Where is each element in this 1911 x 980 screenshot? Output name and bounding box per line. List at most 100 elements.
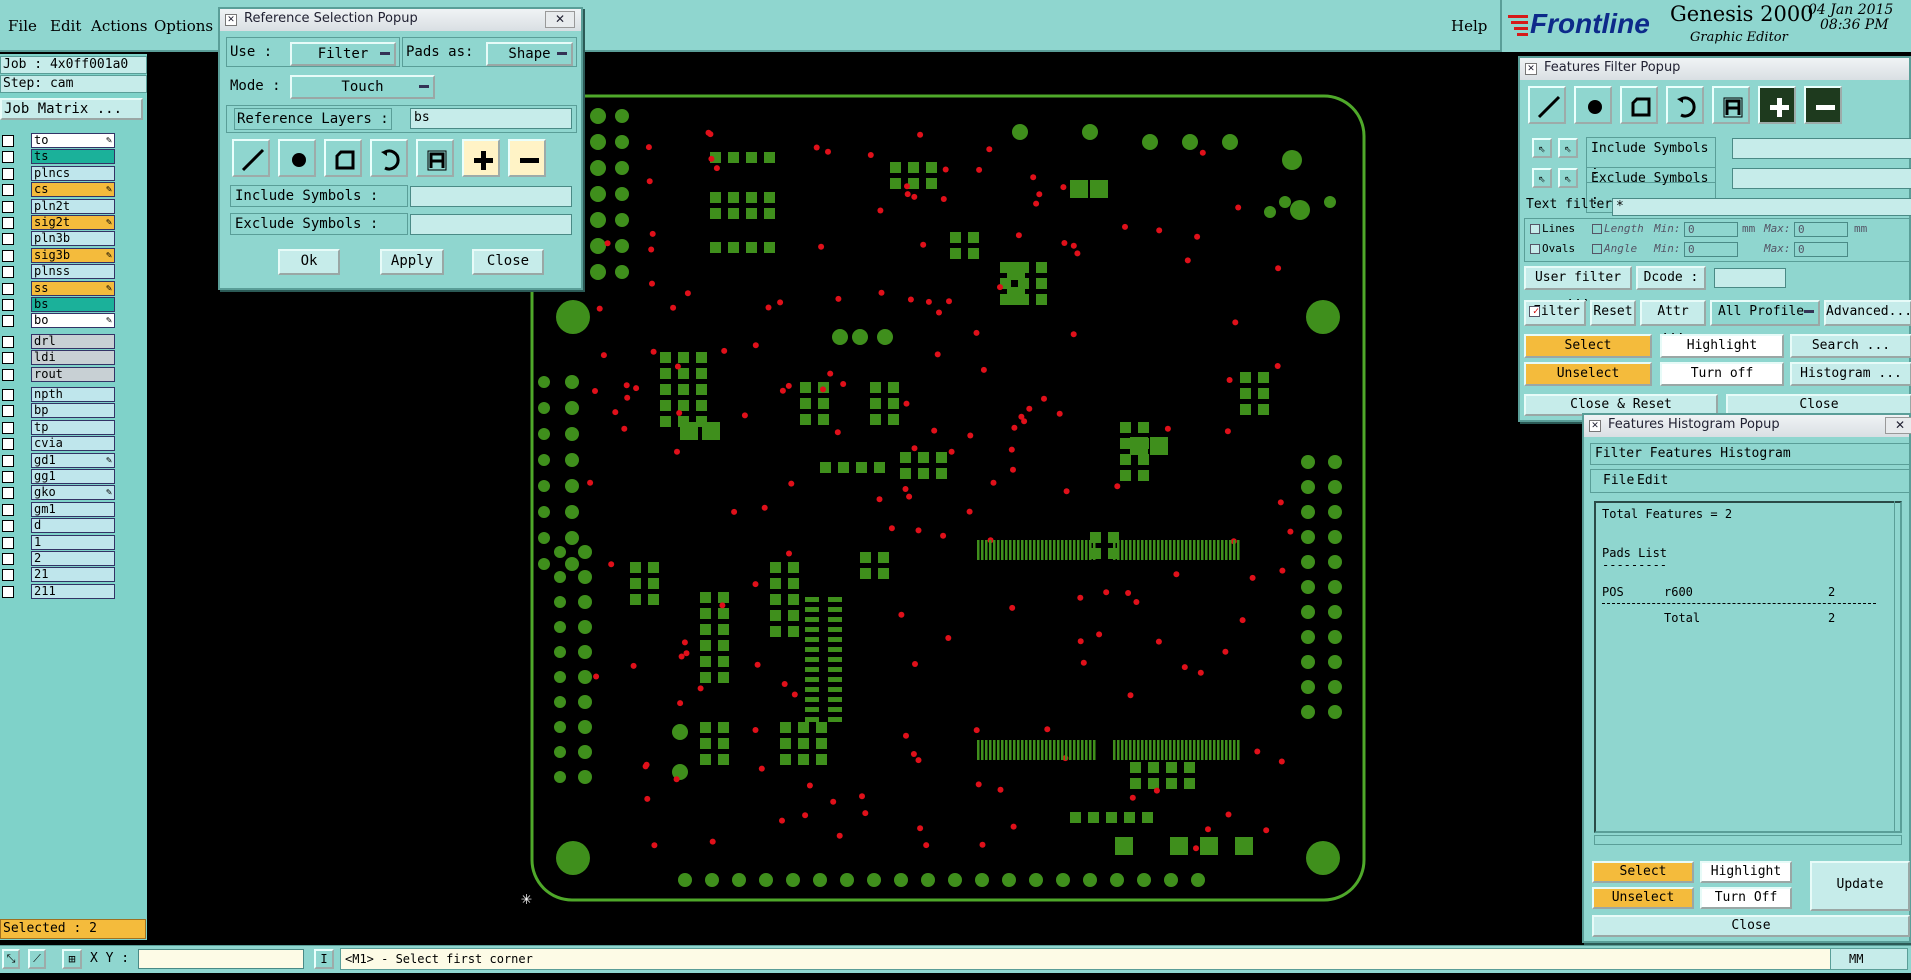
layer-checkbox[interactable] xyxy=(2,520,14,533)
layer-checkbox[interactable] xyxy=(2,217,14,229)
select-button[interactable]: Select xyxy=(1592,861,1694,883)
apply-button[interactable]: Apply xyxy=(380,249,444,275)
layer-row[interactable]: ts xyxy=(0,149,118,165)
layer-checkbox[interactable] xyxy=(2,266,14,279)
advanced-button[interactable]: Advanced... xyxy=(1824,300,1911,326)
layer-name[interactable]: plnss xyxy=(31,264,115,280)
layer-name[interactable]: gko ✎ xyxy=(31,485,115,501)
include-symbols-input[interactable] xyxy=(1732,138,1911,159)
length-max-input[interactable]: 0 xyxy=(1794,222,1848,237)
layer-row[interactable]: bs xyxy=(0,297,118,312)
layer-checkbox[interactable] xyxy=(2,553,14,565)
layer-name[interactable]: pln2t xyxy=(31,198,115,214)
layer-name[interactable]: bo ✎ xyxy=(31,313,115,329)
layer-row[interactable]: gd1 ✎ xyxy=(0,452,118,468)
angle-max-input[interactable]: 0 xyxy=(1794,242,1848,257)
layer-row[interactable]: sig3b ✎ xyxy=(0,247,118,263)
layer-name[interactable]: to ✎ xyxy=(31,133,115,148)
menu-edit[interactable]: Edit xyxy=(1637,473,1668,488)
job-matrix-button[interactable]: Job Matrix ... xyxy=(0,98,143,120)
layer-checkbox[interactable] xyxy=(2,421,14,434)
dcode-input[interactable] xyxy=(1714,268,1786,288)
turn-off-button[interactable]: Turn Off xyxy=(1700,887,1792,909)
layer-row[interactable]: bo ✎ xyxy=(0,313,118,329)
layer-name[interactable]: plncs xyxy=(31,165,115,181)
arrow-icon[interactable]: ⇖ xyxy=(1532,168,1552,188)
include-symbols-input[interactable] xyxy=(410,186,572,207)
ovals-checkbox[interactable] xyxy=(1530,244,1540,254)
user-filter-button[interactable]: User filter ... xyxy=(1524,266,1632,305)
layer-row[interactable]: sig2t ✎ xyxy=(0,215,118,230)
cursor-icon[interactable]: I xyxy=(314,949,334,969)
layer-checkbox[interactable] xyxy=(2,135,14,147)
grid-icon[interactable]: ⊞ xyxy=(62,949,82,969)
negative-icon[interactable] xyxy=(508,139,546,177)
layer-name[interactable]: ss ✎ xyxy=(31,280,115,296)
layer-checkbox[interactable] xyxy=(2,487,14,500)
layer-checkbox[interactable] xyxy=(2,184,14,197)
layer-name[interactable]: gg1 xyxy=(31,469,115,484)
layer-name[interactable]: 1 xyxy=(31,534,115,550)
layer-checkbox[interactable] xyxy=(2,471,14,483)
layer-name[interactable]: npth xyxy=(31,387,115,402)
layer-row[interactable]: 211 xyxy=(0,583,118,599)
layer-name[interactable]: 211 xyxy=(31,583,115,599)
close-icon[interactable]: ✕ xyxy=(1885,417,1911,434)
layer-checkbox[interactable] xyxy=(2,151,14,164)
menu-edit[interactable]: Edit xyxy=(50,17,81,35)
layer-name[interactable]: 2 xyxy=(31,551,115,566)
layer-name[interactable]: pln3b xyxy=(31,231,115,247)
layer-checkbox[interactable] xyxy=(2,315,14,328)
turn-off-button[interactable]: Turn off xyxy=(1660,362,1784,386)
layer-checkbox[interactable] xyxy=(2,352,14,365)
layer-row[interactable]: pln2t xyxy=(0,198,118,214)
layer-checkbox[interactable] xyxy=(2,167,14,180)
layer-name[interactable]: sig2t ✎ xyxy=(31,215,115,230)
pad-icon[interactable] xyxy=(1574,86,1612,124)
layer-name[interactable]: ts xyxy=(31,149,115,165)
layer-checkbox[interactable] xyxy=(2,569,14,582)
layer-row[interactable]: drl xyxy=(0,333,118,349)
layer-row[interactable]: gko ✎ xyxy=(0,485,118,501)
menu-options[interactable]: Options xyxy=(154,17,213,35)
layer-checkbox[interactable] xyxy=(2,233,14,246)
text-filter-input[interactable]: * xyxy=(1612,198,1911,216)
angle-min-input[interactable]: 0 xyxy=(1684,242,1738,257)
layer-name[interactable]: sig3b ✎ xyxy=(31,247,115,263)
layer-row[interactable]: ss ✎ xyxy=(0,280,118,296)
length-checkbox[interactable] xyxy=(1592,224,1602,234)
layer-name[interactable]: 21 xyxy=(31,567,115,583)
arrow-icon[interactable]: ⇖ xyxy=(1532,138,1552,158)
select-button[interactable]: Select xyxy=(1524,334,1652,358)
close-button[interactable]: Close xyxy=(472,249,544,275)
highlight-button[interactable]: Highlight xyxy=(1700,861,1792,883)
exclude-symbols-input[interactable] xyxy=(410,214,572,235)
layer-checkbox[interactable] xyxy=(2,536,14,549)
pcb-canvas[interactable] xyxy=(530,92,1370,902)
layer-row[interactable]: d xyxy=(0,518,118,534)
horizontal-scrollbar[interactable] xyxy=(1594,835,1902,845)
layer-name[interactable]: tp xyxy=(31,419,115,435)
pads-dropdown[interactable]: Shape xyxy=(486,42,573,66)
layer-name[interactable]: ldi xyxy=(31,350,115,366)
zoom-icon[interactable]: ⤡ xyxy=(2,949,20,969)
close-icon[interactable]: ✕ xyxy=(545,11,575,28)
layer-checkbox[interactable] xyxy=(2,405,14,418)
positive-icon[interactable] xyxy=(1758,86,1796,124)
pad-icon[interactable] xyxy=(278,139,316,177)
use-dropdown[interactable]: Filter xyxy=(290,42,396,66)
close-button[interactable]: Close xyxy=(1592,915,1910,937)
menu-file[interactable]: File xyxy=(1603,473,1634,488)
text-icon[interactable] xyxy=(416,139,454,177)
dcode-button[interactable]: Dcode : xyxy=(1636,266,1706,290)
layer-row[interactable]: plnss xyxy=(0,264,118,280)
line-icon[interactable] xyxy=(1528,86,1566,124)
xy-input[interactable] xyxy=(138,949,304,969)
layer-row[interactable]: plncs xyxy=(0,165,118,181)
layer-name[interactable]: gd1 ✎ xyxy=(31,452,115,468)
layer-row[interactable]: rout xyxy=(0,366,118,382)
negative-icon[interactable] xyxy=(1804,86,1842,124)
arrow-icon[interactable]: ⇖ xyxy=(1558,138,1578,158)
layer-name[interactable]: rout xyxy=(31,366,115,382)
profile-dropdown[interactable]: All Profile xyxy=(1710,300,1820,326)
